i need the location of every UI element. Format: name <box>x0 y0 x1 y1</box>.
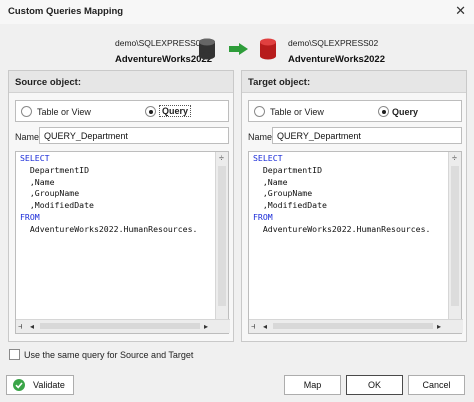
source-radio-table[interactable] <box>21 106 32 117</box>
same-query-label[interactable]: Use the same query for Source and Target <box>24 350 193 360</box>
arrow-right-icon <box>229 43 248 55</box>
target-panel-header: Target object: <box>242 71 466 93</box>
map-button[interactable]: Map <box>284 375 341 395</box>
query-line: SELECT <box>253 153 283 163</box>
scroll-thumb[interactable] <box>451 166 459 306</box>
target-radio-table-label[interactable]: Table or View <box>270 107 324 117</box>
source-object-panel: Source object: Table or View Query Name:… <box>8 70 234 342</box>
target-database-label: AdventureWorks2022 <box>288 54 385 65</box>
query-line: ,GroupName <box>253 188 313 199</box>
query-line: ,GroupName <box>20 188 80 199</box>
source-name-label: Name: <box>15 132 42 142</box>
query-line: DepartmentID <box>253 164 323 175</box>
target-database-icon <box>260 38 276 60</box>
scroll-right-icon[interactable]: ▸ <box>437 320 441 333</box>
query-line: FROM <box>253 211 273 222</box>
split-horizontal-icon[interactable]: ⫞ <box>18 320 23 333</box>
query-line: ,Name <box>20 176 55 187</box>
target-object-panel: Target object: Table or View Query Name:… <box>241 70 467 342</box>
source-database-icon <box>199 38 215 60</box>
source-name-input[interactable] <box>39 127 229 144</box>
window-title: Custom Queries Mapping <box>8 6 124 17</box>
target-radio-query-label[interactable]: Query <box>392 107 418 117</box>
source-query-text[interactable]: SELECT DepartmentID ,Name ,GroupName ,Mo… <box>20 153 212 236</box>
scroll-right-icon[interactable]: ▸ <box>204 320 208 333</box>
target-object-title: Target object: <box>248 77 311 88</box>
source-panel-header: Source object: <box>9 71 233 93</box>
target-radio-query[interactable] <box>378 106 389 117</box>
source-horizontal-scrollbar[interactable]: ⫞ ◂ ▸ <box>16 319 230 333</box>
cancel-label: Cancel <box>422 380 451 390</box>
query-line: SELECT <box>20 153 50 163</box>
source-query-editor[interactable]: SELECT DepartmentID ,Name ,GroupName ,Mo… <box>15 151 230 334</box>
query-line: ,ModifiedDate <box>20 200 94 211</box>
query-line: DepartmentID <box>20 164 90 175</box>
validate-button[interactable]: Validate <box>6 375 74 395</box>
scroll-thumb[interactable] <box>218 166 226 306</box>
target-name-label: Name: <box>248 132 275 142</box>
cancel-button[interactable]: Cancel <box>408 375 465 395</box>
target-radio-table[interactable] <box>254 106 265 117</box>
source-radio-query-label[interactable]: Query <box>159 105 192 117</box>
query-line: AdventureWorks2022.HumanResources. <box>20 223 198 234</box>
ok-button[interactable]: OK <box>346 375 403 395</box>
scroll-left-icon[interactable]: ◂ <box>263 320 267 333</box>
same-query-checkbox[interactable] <box>9 349 20 360</box>
target-mode-selector: Table or View Query <box>248 100 462 122</box>
target-name-input[interactable] <box>272 127 462 144</box>
split-vertical-icon[interactable]: ÷ <box>215 152 228 164</box>
source-mode-selector: Table or View Query <box>15 100 229 122</box>
split-vertical-icon[interactable]: ÷ <box>448 152 461 164</box>
target-query-editor[interactable]: SELECT DepartmentID ,Name ,GroupName ,Mo… <box>248 151 463 334</box>
validate-label: Validate <box>33 380 65 390</box>
ok-label: OK <box>367 380 381 390</box>
map-label: Map <box>303 380 322 390</box>
source-radio-table-label[interactable]: Table or View <box>37 107 91 117</box>
source-vertical-scrollbar[interactable]: ÷ <box>215 152 228 320</box>
query-line: AdventureWorks2022.HumanResources. <box>253 223 431 234</box>
source-object-title: Source object: <box>15 77 81 88</box>
source-server-label: demo\SQLEXPRESS01 <box>115 38 206 48</box>
scroll-thumb[interactable] <box>273 323 433 329</box>
split-horizontal-icon[interactable]: ⫞ <box>251 320 256 333</box>
query-line: ,ModifiedDate <box>253 200 327 211</box>
target-query-text[interactable]: SELECT DepartmentID ,Name ,GroupName ,Mo… <box>253 153 445 236</box>
title-bar: Custom Queries Mapping ✕ <box>0 0 474 24</box>
target-horizontal-scrollbar[interactable]: ⫞ ◂ ▸ <box>249 319 463 333</box>
check-icon <box>13 379 25 391</box>
query-line: FROM <box>20 211 40 222</box>
source-radio-query[interactable] <box>145 106 156 117</box>
query-line: ,Name <box>253 176 288 187</box>
scroll-thumb[interactable] <box>40 323 200 329</box>
close-icon[interactable]: ✕ <box>455 3 466 19</box>
target-vertical-scrollbar[interactable]: ÷ <box>448 152 461 320</box>
target-server-label: demo\SQLEXPRESS02 <box>288 38 379 48</box>
scroll-left-icon[interactable]: ◂ <box>30 320 34 333</box>
